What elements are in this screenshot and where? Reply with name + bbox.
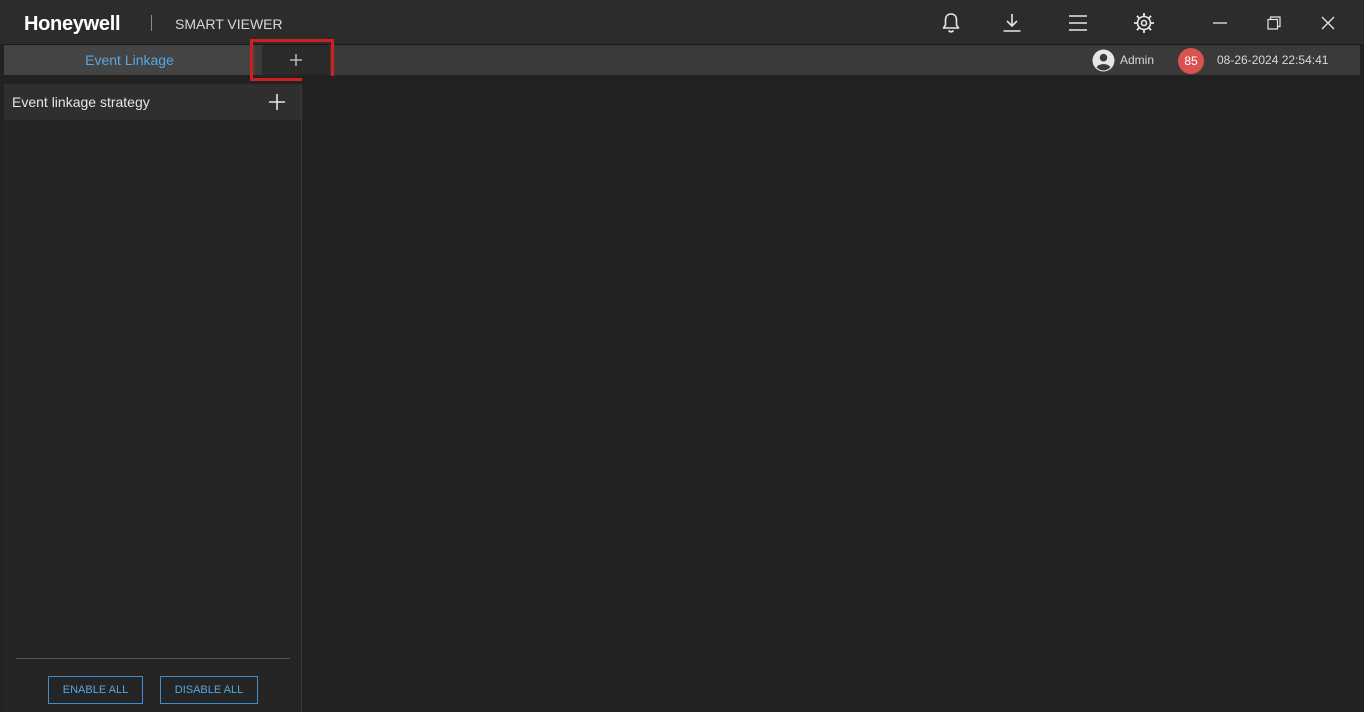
panel-title: Event linkage strategy (12, 94, 150, 110)
tab-event-linkage[interactable]: Event Linkage (4, 45, 255, 75)
gear-icon[interactable] (1131, 10, 1157, 36)
plus-icon (269, 94, 285, 110)
main-content-area (302, 76, 1364, 712)
bell-icon[interactable] (938, 10, 964, 36)
user-name: Admin (1120, 53, 1155, 67)
restore-icon[interactable] (1261, 10, 1287, 36)
download-icon[interactable] (999, 10, 1025, 36)
user-avatar-icon (1092, 49, 1115, 71)
panel-divider (16, 658, 290, 659)
plus-icon (290, 54, 302, 66)
menu-icon[interactable] (1065, 10, 1091, 36)
notification-badge[interactable]: 85 (1178, 48, 1204, 74)
user-menu[interactable]: Admin (1092, 49, 1154, 71)
tab-label: Event Linkage (85, 52, 174, 68)
enable-all-button[interactable]: ENABLE ALL (48, 676, 143, 704)
datetime-display: 08-26-2024 22:54:41 (1217, 53, 1329, 67)
app-title: SMART VIEWER (175, 16, 283, 32)
add-tab-button[interactable] (262, 45, 330, 75)
disable-all-button[interactable]: DISABLE ALL (160, 676, 258, 704)
title-bar: Honeywell SMART VIEWER (0, 0, 1364, 45)
tab-bar: Event Linkage Admin 85 08-26-2024 22:54:… (4, 45, 1360, 75)
close-icon[interactable] (1315, 10, 1341, 36)
panel-header: Event linkage strategy (4, 84, 301, 120)
add-strategy-button[interactable] (266, 91, 288, 113)
title-separator (151, 15, 152, 31)
brand-logo: Honeywell (24, 13, 121, 35)
event-linkage-panel: Event linkage strategy ENABLE ALL DISABL… (4, 84, 302, 712)
minimize-icon[interactable] (1207, 10, 1233, 36)
